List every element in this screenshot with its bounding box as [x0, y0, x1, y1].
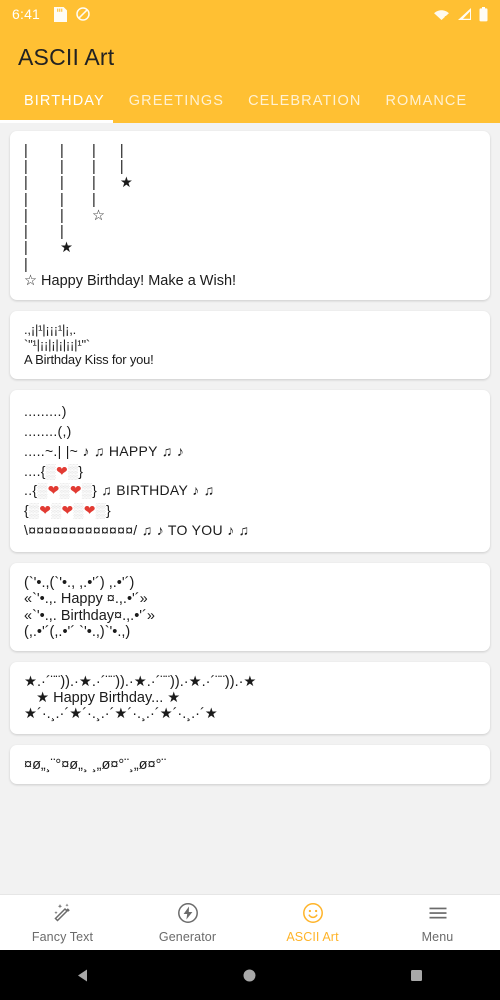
- home-circle-icon: [243, 969, 256, 981]
- cell-signal-icon: [458, 8, 471, 20]
- nav-item-fancy-text[interactable]: Fancy Text: [0, 895, 125, 950]
- tab-romance[interactable]: ROMANCE: [373, 93, 479, 123]
- status-bar-left-icons: [54, 6, 90, 22]
- nav-item-generator[interactable]: Generator: [125, 895, 250, 950]
- nav-item-ascii-art[interactable]: ASCII Art: [250, 895, 375, 950]
- ascii-art-text: .,¡|¹|¡¡¡¹|¡,. `"¹|¡¡|¡|¡|¡¡|¹"` A Birth…: [24, 322, 154, 367]
- back-triangle-icon: [77, 969, 87, 981]
- ascii-art-text: ¤ø„¸¨°¤ø„¸ ¸„ø¤°¨¸„ø¤°¨: [24, 756, 167, 773]
- app-root: 6:41 x ASCII Art BIRTHDAY GREETINGS CELE…: [0, 0, 500, 1000]
- ascii-art-card[interactable]: | | | | | | | | | | | ★ | | | | | ☆ | | …: [10, 131, 490, 301]
- lightning-bolt-circle-icon: [177, 903, 198, 923]
- ascii-art-card[interactable]: .,¡|¹|¡¡¡¹|¡,. `"¹|¡¡|¡|¡|¡¡|¹"` A Birth…: [10, 311, 490, 379]
- ascii-art-card[interactable]: ★.·´¨¨)).·★.·´¨¨)).·★.·´¨¨)).·★.·´¨¨)).·…: [10, 661, 490, 734]
- ascii-art-text: | | | | | | | | | | | ★ | | | | | ☆ | | …: [24, 143, 237, 289]
- page-title: ASCII Art: [18, 44, 115, 70]
- ascii-art-list[interactable]: | | | | | | | | | | | ★ | | | | | ☆ | | …: [0, 123, 500, 894]
- smiley-face-icon: [302, 903, 323, 923]
- nav-label: Generator: [158, 930, 217, 944]
- sd-card-icon: [54, 6, 68, 22]
- status-bar-clock: 6:41: [12, 6, 41, 22]
- android-navigation-bar: [0, 950, 500, 1000]
- battery-icon: [479, 6, 488, 21]
- ascii-art-card[interactable]: .........) ........(,) .....~.| |~ ♪ ♫ H…: [10, 389, 490, 553]
- tab-bar: BIRTHDAY GREETINGS CELEBRATION ROMANCE: [0, 71, 500, 123]
- tab-greetings[interactable]: GREETINGS: [117, 93, 236, 123]
- wifi-off-icon: x: [434, 10, 449, 21]
- tab-celebration[interactable]: CELEBRATION: [236, 93, 373, 123]
- nav-label: Fancy Text: [31, 930, 94, 944]
- ascii-art-text: .........) ........(,) .....~.| |~ ♪ ♫ H…: [24, 402, 250, 539]
- status-bar: 6:41 x: [0, 0, 500, 28]
- hamburger-menu-icon: [429, 907, 446, 919]
- ascii-art-card[interactable]: (`'•.,(`'•., ,.•'´) ,.•'´) «`'•.,. Happy…: [10, 563, 490, 651]
- recents-button[interactable]: [391, 950, 443, 1000]
- tab-birthday[interactable]: BIRTHDAY: [12, 93, 117, 123]
- svg-text:x: x: [445, 15, 449, 21]
- nav-label: ASCII Art: [286, 930, 339, 944]
- nav-item-menu[interactable]: Menu: [375, 895, 500, 950]
- tab-active-indicator: [0, 120, 113, 123]
- recents-square-icon: [411, 969, 423, 981]
- ascii-art-text: ★.·´¨¨)).·★.·´¨¨)).·★.·´¨¨)).·★.·´¨¨)).·…: [24, 673, 257, 723]
- ascii-art-card[interactable]: ¤ø„¸¨°¤ø„¸ ¸„ø¤°¨¸„ø¤°¨: [10, 744, 490, 784]
- bottom-navigation: Fancy Text Generator ASCII Art Menu: [0, 894, 500, 950]
- magic-wand-icon: [53, 903, 70, 922]
- nav-label: Menu: [421, 930, 454, 944]
- status-bar-right-icons: x: [433, 6, 488, 22]
- home-button[interactable]: [224, 950, 276, 1000]
- do-not-disturb-icon: [76, 7, 90, 21]
- app-bar: ASCII Art: [0, 28, 500, 71]
- back-button[interactable]: [57, 950, 109, 1000]
- ascii-art-text: (`'•.,(`'•., ,.•'´) ,.•'´) «`'•.,. Happy…: [24, 575, 155, 640]
